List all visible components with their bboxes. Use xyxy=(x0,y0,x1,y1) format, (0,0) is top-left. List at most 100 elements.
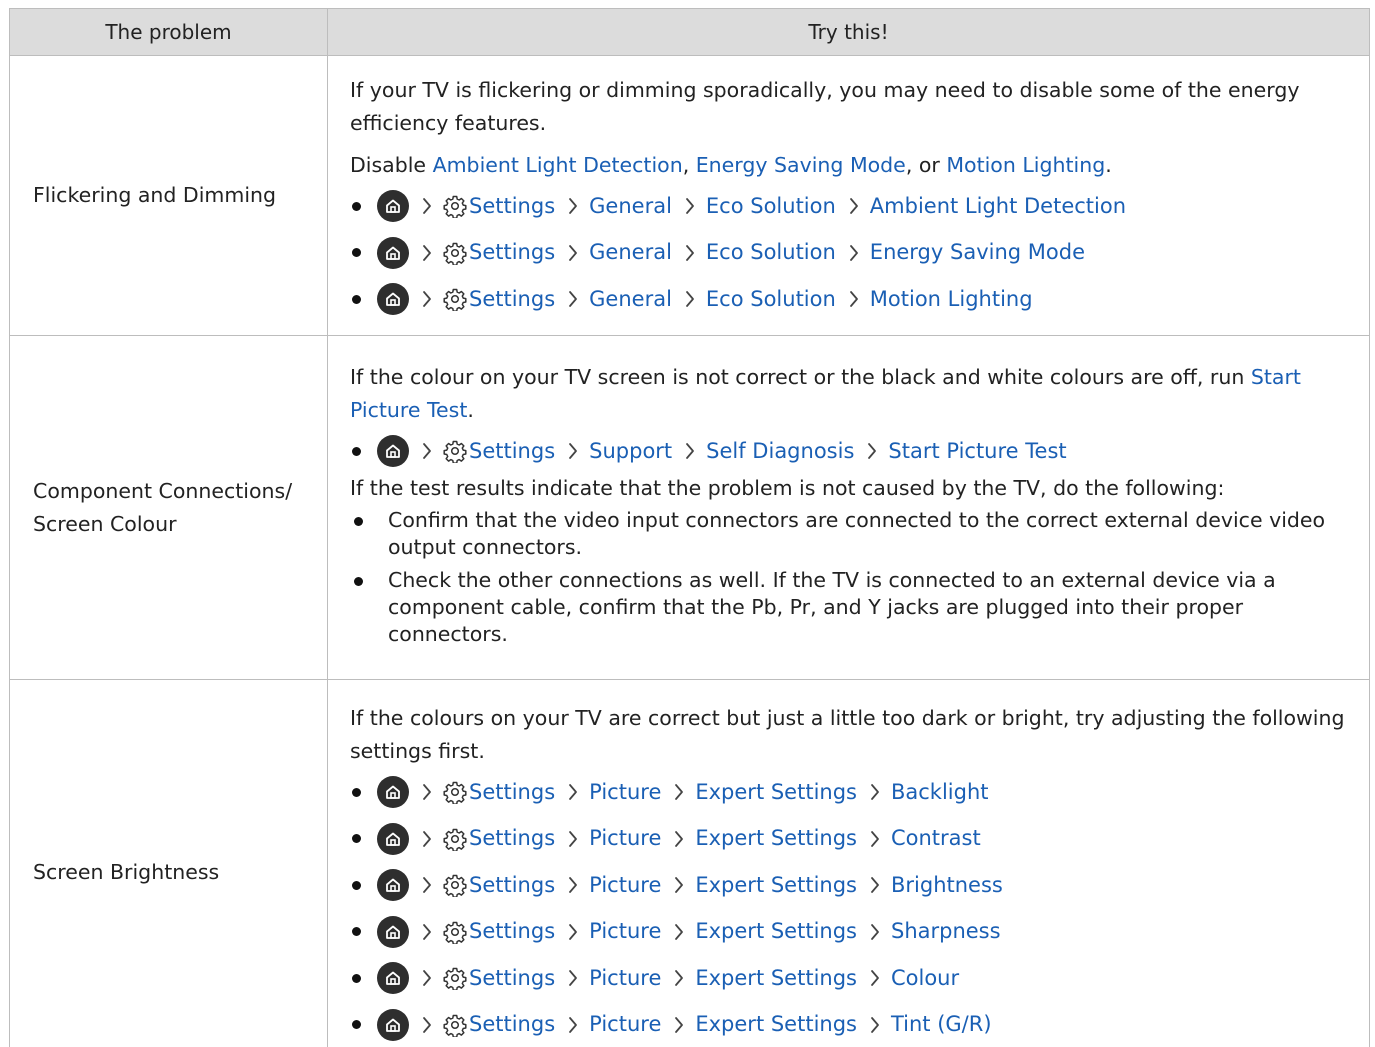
menu-path: Settings Picture Expert Settings Tint (G/R) xyxy=(350,1007,1349,1043)
manual-page: The problem Try this! Flickering and Dim… xyxy=(0,0,1375,1047)
menu-path-item[interactable]: Expert Settings xyxy=(695,915,857,948)
menu-path-item[interactable]: Settings xyxy=(469,822,555,855)
chevron-right-icon xyxy=(563,440,583,462)
menu-path-item[interactable]: Eco Solution xyxy=(706,190,836,223)
menu-path-item[interactable]: Brightness xyxy=(891,869,1003,902)
menu-path: Settings Support Self Diagnosis Start Pictu… xyxy=(350,433,1349,469)
menu-path-item[interactable]: Picture xyxy=(589,776,661,809)
menu-path-item[interactable]: Self Diagnosis xyxy=(706,435,854,468)
gear-icon xyxy=(443,920,467,944)
chevron-right-icon xyxy=(417,874,437,896)
chevron-right-icon xyxy=(865,828,885,850)
menu-path-item[interactable]: Settings xyxy=(469,283,555,316)
menu-path-item[interactable]: Expert Settings xyxy=(695,962,857,995)
list-item: Check the other connections as well. If … xyxy=(350,567,1349,648)
chevron-right-icon xyxy=(669,828,689,850)
menu-path-item[interactable]: Picture xyxy=(589,822,661,855)
menu-path-item[interactable]: Colour xyxy=(891,962,959,995)
menu-path-item[interactable]: General xyxy=(589,283,672,316)
menu-path: Settings General Eco Solution Motion Lighti… xyxy=(350,281,1349,317)
chevron-right-icon xyxy=(417,1014,437,1036)
chevron-right-icon xyxy=(669,781,689,803)
bullet-dot xyxy=(352,294,361,304)
chevron-right-icon xyxy=(865,781,885,803)
menu-path-item[interactable]: Energy Saving Mode xyxy=(870,236,1085,269)
disable-sep: , xyxy=(682,153,696,177)
menu-path-item[interactable]: Picture xyxy=(589,869,661,902)
menu-path-item[interactable]: General xyxy=(589,236,672,269)
link-energy-saving-mode[interactable]: Energy Saving Mode xyxy=(696,153,906,177)
table-header-row: The problem Try this! xyxy=(9,8,1370,56)
link-ambient-light-detection[interactable]: Ambient Light Detection xyxy=(433,153,683,177)
home-icon xyxy=(377,190,409,222)
chevron-right-icon xyxy=(563,781,583,803)
disable-text: Disable Ambient Light Detection, Energy … xyxy=(350,149,1349,182)
menu-path-item[interactable]: Settings xyxy=(469,1008,555,1041)
menu-path-item[interactable]: Picture xyxy=(589,915,661,948)
gear-icon xyxy=(443,1013,467,1037)
bullet-dot xyxy=(352,201,361,211)
menu-path-item[interactable]: Eco Solution xyxy=(706,283,836,316)
link-motion-lighting[interactable]: Motion Lighting xyxy=(946,153,1105,177)
chevron-right-icon xyxy=(563,1014,583,1036)
chevron-right-icon xyxy=(669,921,689,943)
home-icon xyxy=(377,1008,409,1041)
menu-path-item[interactable]: Tint (G/R) xyxy=(891,1008,992,1041)
home-icon xyxy=(377,776,409,808)
menu-path-item[interactable]: Support xyxy=(589,435,672,468)
gear-icon xyxy=(443,873,467,897)
chevron-right-icon xyxy=(865,1014,885,1036)
chevron-right-icon xyxy=(417,967,437,989)
menu-path-item[interactable]: Contrast xyxy=(891,822,981,855)
home-icon xyxy=(377,822,409,855)
chevron-right-icon xyxy=(844,242,864,264)
menu-path-item[interactable]: Expert Settings xyxy=(695,869,857,902)
menu-path-list: Settings Picture Expert Settings Backlight S… xyxy=(350,774,1349,1043)
followup-text: If the test results indicate that the pr… xyxy=(350,476,1225,500)
menu-path-item[interactable]: Motion Lighting xyxy=(870,283,1033,316)
gear-icon xyxy=(443,966,467,990)
menu-path-item[interactable]: Picture xyxy=(589,962,661,995)
header-try-this: Try this! xyxy=(327,8,1370,56)
intro-text: If the colour on your TV screen is not c… xyxy=(350,361,1349,427)
bullet-dot xyxy=(352,248,361,257)
menu-path-item[interactable]: Expert Settings xyxy=(695,776,857,809)
chevron-right-icon xyxy=(417,440,437,462)
menu-path-item[interactable]: Settings xyxy=(469,915,555,948)
menu-path-item[interactable]: Expert Settings xyxy=(695,822,857,855)
disable-prefix: Disable xyxy=(350,153,433,177)
gear-icon xyxy=(443,780,467,804)
menu-path-item[interactable]: Settings xyxy=(469,190,555,223)
chevron-right-icon xyxy=(865,921,885,943)
solution-cell: If your TV is flickering or dimming spor… xyxy=(327,55,1370,336)
disable-suffix: . xyxy=(1105,153,1112,177)
menu-path-item[interactable]: Settings xyxy=(469,776,555,809)
chevron-right-icon xyxy=(563,874,583,896)
menu-path: Settings Picture Expert Settings Contrast xyxy=(350,821,1349,857)
chevron-right-icon xyxy=(563,967,583,989)
menu-path-item[interactable]: Start Picture Test xyxy=(888,435,1066,468)
menu-path-item[interactable]: Ambient Light Detection xyxy=(870,190,1126,223)
menu-path-item[interactable]: Settings xyxy=(469,236,555,269)
menu-path-item[interactable]: Settings xyxy=(469,869,555,902)
menu-path-item[interactable]: Settings xyxy=(469,435,555,468)
menu-path: Settings Picture Expert Settings Sharpness xyxy=(350,914,1349,950)
intro-text: If your TV is flickering or dimming spor… xyxy=(350,78,1300,135)
menu-path-item[interactable]: Settings xyxy=(469,962,555,995)
menu-path-item[interactable]: Eco Solution xyxy=(706,236,836,269)
intro-text: If the colours on your TV are correct bu… xyxy=(350,706,1345,763)
bullet-dot xyxy=(352,446,361,456)
menu-path-item[interactable]: Expert Settings xyxy=(695,1008,857,1041)
chevron-right-icon xyxy=(669,874,689,896)
menu-path-item[interactable]: Sharpness xyxy=(891,915,1001,948)
menu-path-item[interactable]: Picture xyxy=(589,1008,661,1041)
gear-icon xyxy=(443,241,467,265)
bullet-dot xyxy=(352,927,361,936)
menu-path-list: Settings General Eco Solution Ambient Light… xyxy=(350,188,1349,317)
home-icon xyxy=(377,962,409,994)
menu-path-item[interactable]: Backlight xyxy=(891,776,989,809)
menu-path-item[interactable]: General xyxy=(589,190,672,223)
solution-cell: If the colour on your TV screen is not c… xyxy=(327,335,1370,680)
problem-cell: Component Connections/ Screen Colour xyxy=(9,335,328,680)
chevron-right-icon xyxy=(844,288,864,310)
